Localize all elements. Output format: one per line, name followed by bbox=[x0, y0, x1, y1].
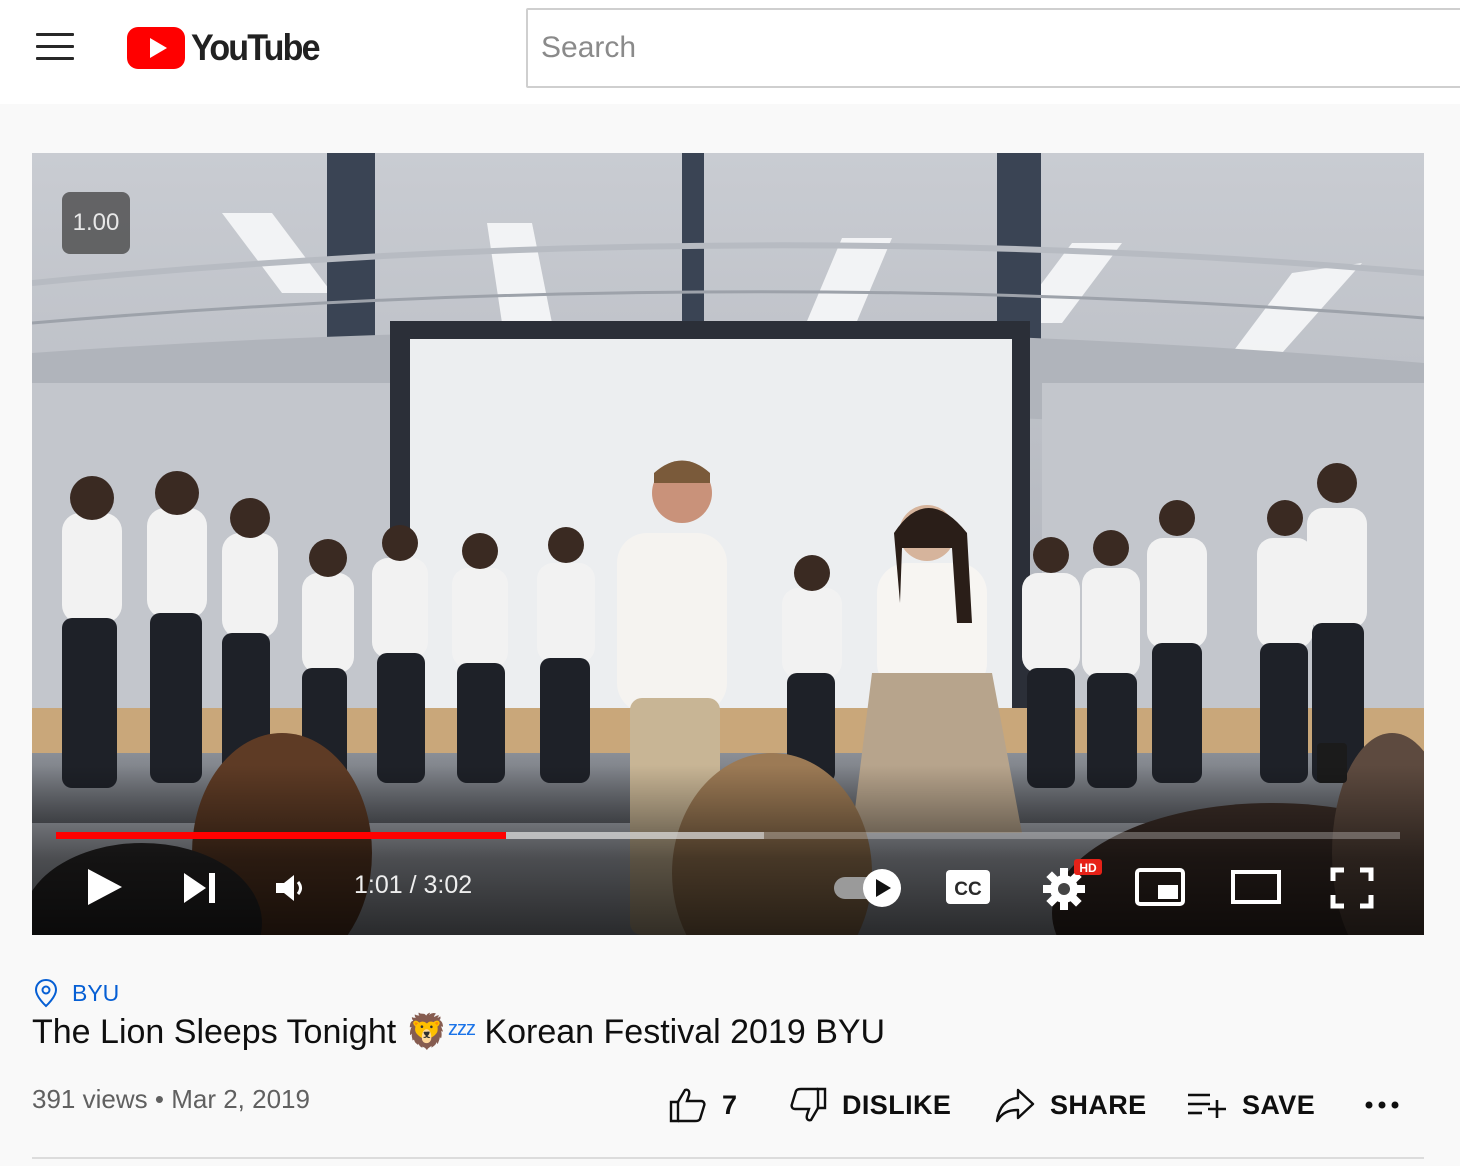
closed-captions-icon[interactable]: CC bbox=[945, 869, 991, 905]
masthead: YouTube bbox=[0, 0, 1460, 104]
video-player[interactable]: 1.00 1:01 / 3:02 CC HD bbox=[32, 153, 1424, 935]
time-display: 1:01 / 3:02 bbox=[354, 871, 473, 899]
thumbs-down-icon bbox=[790, 1087, 827, 1122]
playlist-add-icon bbox=[1188, 1093, 1226, 1118]
progress-played bbox=[56, 832, 507, 839]
hd-badge: HD bbox=[1079, 861, 1097, 875]
volume-icon[interactable] bbox=[274, 873, 306, 903]
share-label: SHARE bbox=[1050, 1089, 1147, 1120]
controls-gradient bbox=[32, 765, 1424, 935]
settings-gear-icon[interactable]: HD bbox=[1040, 857, 1106, 913]
autoplay-toggle[interactable] bbox=[832, 867, 904, 909]
search-box[interactable] bbox=[526, 8, 1460, 88]
sleep-zzz-emoji: zzz bbox=[448, 1018, 476, 1040]
save-label: SAVE bbox=[1242, 1089, 1316, 1120]
upload-date: Mar 2, 2019 bbox=[171, 1084, 310, 1114]
location-link[interactable]: BYU bbox=[34, 978, 119, 1008]
like-count: 7 bbox=[722, 1089, 738, 1120]
progress-bar[interactable] bbox=[56, 832, 1400, 839]
youtube-play-logo-icon bbox=[127, 27, 185, 69]
location-label: BYU bbox=[72, 979, 120, 1006]
theater-mode-icon[interactable] bbox=[1230, 869, 1282, 905]
video-title: The Lion Sleeps Tonight 🦁zzz Korean Fest… bbox=[32, 1012, 885, 1052]
title-text-start: The Lion Sleeps Tonight bbox=[32, 1013, 397, 1051]
save-button[interactable]: SAVE bbox=[1186, 1082, 1315, 1128]
dislike-button[interactable]: DISLIKE bbox=[788, 1082, 951, 1128]
like-button[interactable]: 7 bbox=[668, 1082, 737, 1128]
next-icon[interactable] bbox=[182, 871, 218, 905]
title-text-end: Korean Festival 2019 BYU bbox=[484, 1013, 886, 1051]
hamburger-menu-icon[interactable] bbox=[36, 33, 76, 63]
share-button[interactable]: SHARE bbox=[994, 1082, 1147, 1128]
svg-text:CC: CC bbox=[954, 879, 982, 900]
miniplayer-icon[interactable] bbox=[1134, 867, 1186, 907]
lion-emoji: 🦁 bbox=[405, 1013, 448, 1051]
thumbs-up-icon bbox=[669, 1088, 706, 1123]
logo-text: YouTube bbox=[191, 27, 321, 68]
location-pin-icon bbox=[34, 978, 58, 1008]
meta-separator: • bbox=[154, 1084, 164, 1114]
youtube-logo[interactable]: YouTube bbox=[127, 25, 330, 71]
video-meta: 391 views • Mar 2, 2019 bbox=[32, 1084, 310, 1115]
share-arrow-icon bbox=[995, 1088, 1035, 1123]
playback-speed-badge: 1.00 bbox=[62, 192, 130, 254]
fullscreen-icon[interactable] bbox=[1330, 867, 1374, 909]
more-actions-button[interactable] bbox=[1364, 1082, 1400, 1128]
view-count: 391 views bbox=[32, 1084, 148, 1114]
dislike-label: DISLIKE bbox=[842, 1089, 952, 1120]
divider bbox=[32, 1157, 1424, 1159]
more-horizontal-icon bbox=[1365, 1101, 1399, 1109]
play-icon[interactable] bbox=[86, 867, 124, 907]
search-input[interactable] bbox=[528, 10, 1460, 86]
